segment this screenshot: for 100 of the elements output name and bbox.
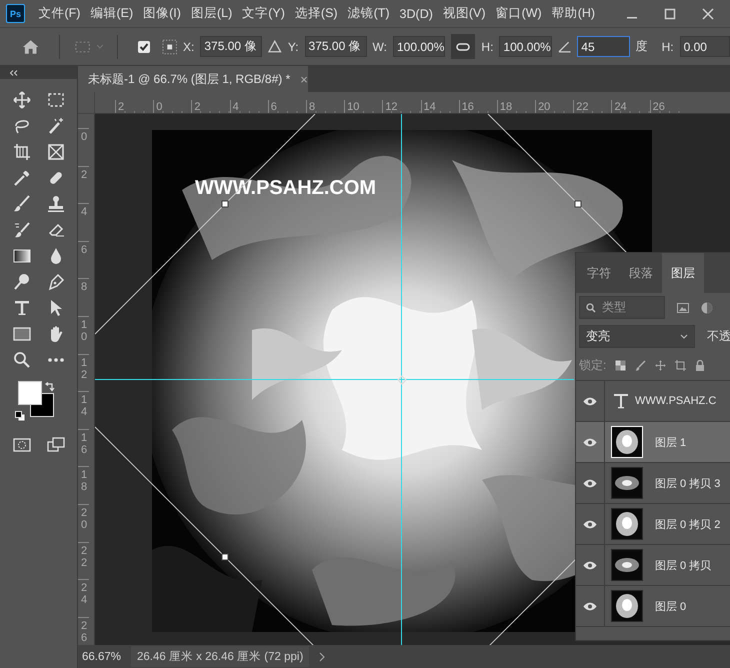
adjustment-filter-icon[interactable] [701, 302, 713, 314]
menu-item[interactable]: 编辑(E) [86, 5, 138, 22]
lock-pixels-icon[interactable] [615, 360, 626, 371]
filter-dropdown[interactable]: 类型 [579, 296, 665, 319]
menu-item[interactable]: 帮助(H) [547, 5, 600, 22]
ruler-label: 20 [78, 504, 89, 542]
skew-field[interactable]: 0.00 [680, 36, 730, 57]
eraser-tool-icon[interactable] [46, 221, 64, 239]
brush-tool-icon[interactable] [12, 195, 30, 213]
app-logo[interactable]: Ps [6, 4, 25, 23]
lasso-tool-icon[interactable] [12, 117, 30, 135]
screen-mode-icon[interactable] [46, 437, 64, 453]
link-button[interactable] [451, 34, 476, 59]
ruler-label: 12 [78, 354, 89, 392]
lock-label: 锁定: [579, 357, 606, 374]
menu-item[interactable]: 选择(S) [290, 5, 342, 22]
delta-icon[interactable] [268, 40, 282, 53]
lock-icon[interactable] [695, 360, 706, 371]
stamp-tool-icon[interactable] [46, 195, 64, 213]
x-field[interactable]: 375.00 像 [200, 36, 262, 57]
frame-tool-icon[interactable] [46, 143, 64, 161]
link-icon [456, 42, 470, 50]
ruler-label: 8 [78, 278, 89, 316]
zoom-tool-icon[interactable] [12, 351, 30, 369]
ruler-label: 18 [78, 466, 89, 504]
move-tool-icon[interactable] [12, 91, 30, 109]
document-info[interactable]: 26.46 厘米 x 26.46 厘米 (72 ppi) [131, 646, 310, 667]
crop-tool-icon[interactable] [12, 143, 30, 161]
panel-tab[interactable]: 图层 [662, 253, 704, 293]
rectangle-tool-icon[interactable] [12, 325, 30, 343]
magic-wand-tool-icon[interactable] [46, 117, 64, 135]
gradient-tool-icon[interactable] [12, 247, 30, 265]
caret-icon [680, 334, 688, 339]
panel-tab[interactable]: 段落 [620, 253, 662, 293]
ruler-label: 2 [78, 166, 89, 204]
swap-colors-icon[interactable] [44, 382, 54, 392]
color-swatches-icon[interactable] [18, 381, 54, 417]
collapse-icon[interactable] [9, 70, 18, 76]
ruler-label: 0 [78, 128, 89, 166]
ruler-label: 10 [344, 100, 382, 113]
width-field[interactable]: 100.00% [392, 36, 446, 57]
reference-point-icon[interactable] [162, 38, 178, 54]
eye-icon[interactable] [583, 396, 597, 406]
move-icon[interactable] [655, 360, 666, 371]
angle-field[interactable]: 45 [577, 36, 630, 57]
menu-item[interactable]: 文件(F) [34, 5, 85, 22]
type-tool-icon[interactable] [12, 299, 30, 317]
eye-icon[interactable] [583, 602, 597, 610]
menu-item[interactable]: 视图(V) [438, 5, 490, 22]
ruler-label: 0 [153, 100, 192, 113]
chevron-right-icon[interactable] [319, 652, 326, 662]
document-tab[interactable]: 未标题-1 @ 66.7% (图层 1, RGB/8#) * × [78, 66, 308, 92]
image-filter-icon[interactable] [677, 302, 689, 312]
eyedropper-tool-icon[interactable] [12, 169, 30, 187]
ruler-label: 24 [78, 579, 89, 617]
pen-tool-icon[interactable] [46, 273, 64, 291]
layer-row[interactable]: 图层 0 拷贝 [576, 545, 730, 586]
eye-icon[interactable] [583, 560, 597, 570]
w-label: W: [372, 40, 387, 54]
height-field[interactable]: 100.00% [499, 36, 552, 57]
blend-mode-value: 变亮 [586, 328, 610, 345]
ruler-label: 14 [78, 391, 89, 429]
zoom-level[interactable]: 66.67% [82, 650, 122, 662]
blend-mode-dropdown[interactable]: 变亮 [579, 325, 695, 348]
h-label: H: [481, 40, 494, 54]
ruler-label: 20 [535, 100, 574, 113]
default-colors-icon[interactable] [14, 411, 24, 421]
menu-item[interactable]: 3D(D) [395, 6, 438, 20]
y-label: Y: [288, 40, 299, 54]
menu-item[interactable]: 窗口(W) [491, 5, 546, 22]
history-brush-tool-icon[interactable] [12, 221, 30, 239]
marquee-tool-icon[interactable] [46, 91, 64, 109]
eye-icon[interactable] [583, 520, 597, 528]
panel-tab[interactable]: 字符 [578, 253, 620, 293]
menu-item[interactable]: 滤镜(T) [343, 5, 394, 22]
layer-row[interactable]: 图层 0 拷贝 2 [576, 504, 730, 545]
eye-icon[interactable] [583, 438, 597, 446]
eye-icon[interactable] [583, 478, 597, 488]
maximize-icon[interactable] [664, 8, 676, 20]
layer-row[interactable]: 图层 1 [576, 422, 730, 463]
artboard-icon[interactable] [675, 360, 686, 371]
close-icon[interactable] [702, 8, 714, 20]
y-field[interactable]: 375.00 像 [304, 36, 367, 57]
checkbox[interactable] [138, 40, 150, 52]
search-icon [586, 302, 596, 312]
quick-mask-icon[interactable] [12, 437, 30, 453]
menu-item[interactable]: 图像(I) [138, 5, 186, 22]
ruler-label: 22 [78, 542, 89, 580]
brush-icon[interactable] [635, 360, 646, 371]
menu-item[interactable]: 图层(L) [186, 5, 237, 22]
ruler-label: 10 [78, 316, 89, 354]
ruler-label: 4 [78, 203, 89, 241]
ruler-label: 6 [78, 240, 89, 278]
layer-row[interactable]: 图层 0 [576, 586, 730, 627]
home-icon[interactable] [22, 38, 40, 54]
angle-icon[interactable] [558, 40, 572, 52]
ruler-label: 24 [611, 100, 650, 113]
menu-item[interactable]: 文字(Y) [238, 5, 290, 22]
dodge-tool-icon[interactable] [12, 273, 30, 291]
layer-row[interactable]: 图层 0 拷贝 3 [576, 463, 730, 504]
